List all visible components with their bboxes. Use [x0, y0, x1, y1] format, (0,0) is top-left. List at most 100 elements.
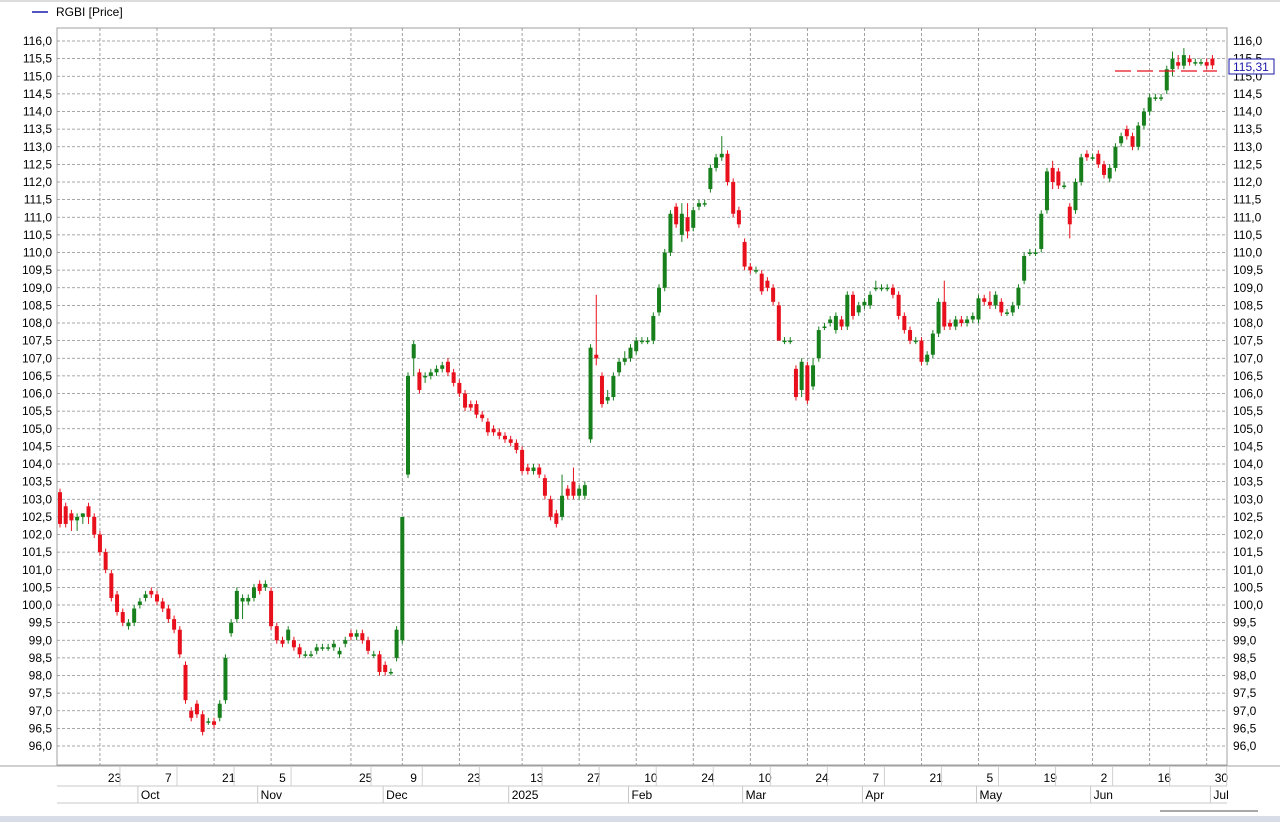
- price-chart[interactable]: RGBI [Price] 96,0 96,5 97,0 97,5 98,0 98,5 99,…: [0, 0, 1280, 823]
- y-tick-label: 98,5: [29, 651, 53, 665]
- candle-body: [862, 301, 867, 306]
- y-tick-label: 107,5: [1233, 334, 1263, 348]
- candle-body: [1010, 305, 1015, 313]
- candle: [742, 238, 747, 271]
- y-tick-label: 103,5: [22, 475, 52, 489]
- y-tick-label: 96,0: [1233, 739, 1257, 753]
- y-tick-label: 108,5: [22, 298, 52, 312]
- plot-area: [56, 27, 1228, 766]
- candle: [548, 495, 553, 521]
- candle-body: [1124, 129, 1129, 137]
- candle-body: [845, 294, 850, 327]
- y-tick-label: 114,5: [1233, 87, 1262, 101]
- x-month-label: Apr: [865, 788, 884, 802]
- candle-body: [463, 393, 468, 408]
- y-tick-label: 101,0: [1233, 563, 1263, 577]
- candle-body: [959, 319, 964, 323]
- y-tick-label: 100,0: [1233, 598, 1263, 612]
- candle-body: [548, 499, 553, 517]
- candle-body: [759, 273, 764, 292]
- candle-body: [360, 633, 365, 641]
- y-tick-label: 101,5: [22, 545, 52, 559]
- y-tick-label: 103,0: [22, 492, 52, 506]
- candle: [177, 626, 182, 658]
- y-tick-label: 106,5: [22, 369, 52, 383]
- x-month-label: Mar: [746, 788, 767, 802]
- y-tick-label: 104,0: [22, 457, 52, 471]
- candle-body: [913, 340, 918, 343]
- x-day-label: 9: [410, 771, 417, 785]
- candle-body: [919, 340, 924, 362]
- x-day-label: 2: [1101, 771, 1108, 785]
- candle-body: [1005, 312, 1010, 314]
- candle-body: [274, 626, 279, 641]
- candle-body: [103, 552, 108, 570]
- y-tick-label: 102,5: [22, 510, 52, 524]
- candle-body: [388, 671, 393, 674]
- candle-body: [251, 587, 256, 598]
- candle-body: [417, 372, 422, 390]
- candle-body: [537, 467, 542, 475]
- x-month-label: Dec: [386, 788, 407, 802]
- candle-body: [297, 647, 302, 655]
- candle: [731, 178, 736, 218]
- candle-body: [736, 210, 741, 225]
- candle-body: [109, 573, 114, 598]
- candle-body: [411, 344, 416, 359]
- candle-body: [217, 703, 222, 718]
- candle: [976, 294, 981, 323]
- candle-body: [1159, 97, 1164, 99]
- candle: [200, 710, 205, 736]
- candle-body: [868, 294, 873, 306]
- y-tick-label: 104,0: [1233, 457, 1263, 471]
- y-tick-label: 103,5: [1233, 475, 1263, 489]
- candle-body: [531, 467, 536, 472]
- candle-body: [679, 213, 684, 235]
- candle-body: [440, 365, 445, 369]
- x-month-label: Feb: [632, 788, 653, 802]
- y-tick-label: 111,5: [24, 193, 53, 207]
- candle-body: [1102, 164, 1107, 175]
- candle-body: [337, 650, 342, 655]
- candle-body: [594, 354, 599, 359]
- candle-body: [554, 513, 559, 524]
- candle-body: [582, 485, 587, 496]
- candle-body: [326, 647, 331, 649]
- y-tick-label: 102,0: [1233, 528, 1263, 542]
- candle-body: [970, 315, 975, 320]
- y-tick-label: 106,0: [1233, 387, 1263, 401]
- candle: [58, 488, 62, 528]
- candle-body: [1113, 146, 1118, 168]
- candle: [588, 344, 593, 443]
- candle-body: [782, 340, 787, 343]
- candle-body: [400, 516, 405, 641]
- y-tick-label: 110,5: [23, 228, 52, 242]
- candle-body: [696, 203, 701, 207]
- candle-body: [303, 654, 308, 656]
- y-tick-label: 97,5: [1233, 686, 1257, 700]
- y-tick-label: 100,5: [1233, 580, 1263, 594]
- y-tick-label: 110,0: [23, 246, 52, 260]
- candle-body: [771, 287, 776, 302]
- candle-body: [309, 654, 314, 656]
- candle-body: [560, 495, 565, 517]
- candle: [92, 513, 97, 539]
- candle-body: [890, 287, 895, 295]
- y-tick-label: 109,0: [1233, 281, 1263, 295]
- candle-body: [234, 590, 239, 620]
- candle-body: [896, 294, 901, 316]
- candle: [1022, 252, 1027, 285]
- y-tick-label: 112,5: [1233, 157, 1262, 171]
- candle-body: [92, 516, 97, 535]
- y-tick-label: 96,5: [1233, 721, 1257, 735]
- candle-body: [1039, 213, 1044, 249]
- candle-body: [879, 287, 884, 290]
- candle: [115, 590, 120, 616]
- candle-body: [514, 442, 519, 450]
- candle-body: [799, 361, 804, 390]
- y-tick-label: 107,5: [22, 334, 52, 348]
- candle: [776, 301, 781, 341]
- candle-body: [1079, 157, 1084, 182]
- candle-body: [120, 612, 125, 623]
- candle-body: [371, 654, 376, 656]
